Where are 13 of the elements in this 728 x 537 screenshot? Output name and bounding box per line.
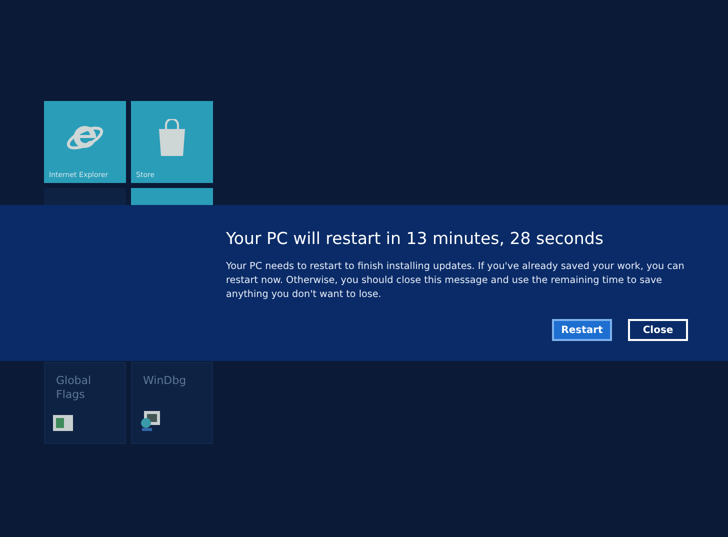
window-icon — [53, 415, 73, 431]
tile-label: Global Flags — [55, 373, 92, 402]
monitor-icon — [140, 411, 160, 431]
app-tile[interactable] — [131, 188, 213, 205]
close-button[interactable]: Close — [628, 319, 688, 341]
app-tile[interactable]: Global Flags — [44, 362, 126, 444]
shopping-bag-icon — [156, 119, 188, 157]
tile-label: WinDbg — [142, 373, 188, 388]
restart-button[interactable]: Restart — [552, 319, 612, 341]
dialog-message: Your PC needs to restart to finish installing updates. If you've already saved your work, you can restart now. Otherwise, you should close this message and use the remaining time to save anything you don't want to lose. — [226, 260, 686, 302]
dialog-title: Your PC will restart in 13 minutes, 28 seconds — [226, 229, 604, 248]
app-tile[interactable]: WinDbg — [131, 362, 213, 444]
app-tile[interactable] — [44, 188, 126, 205]
